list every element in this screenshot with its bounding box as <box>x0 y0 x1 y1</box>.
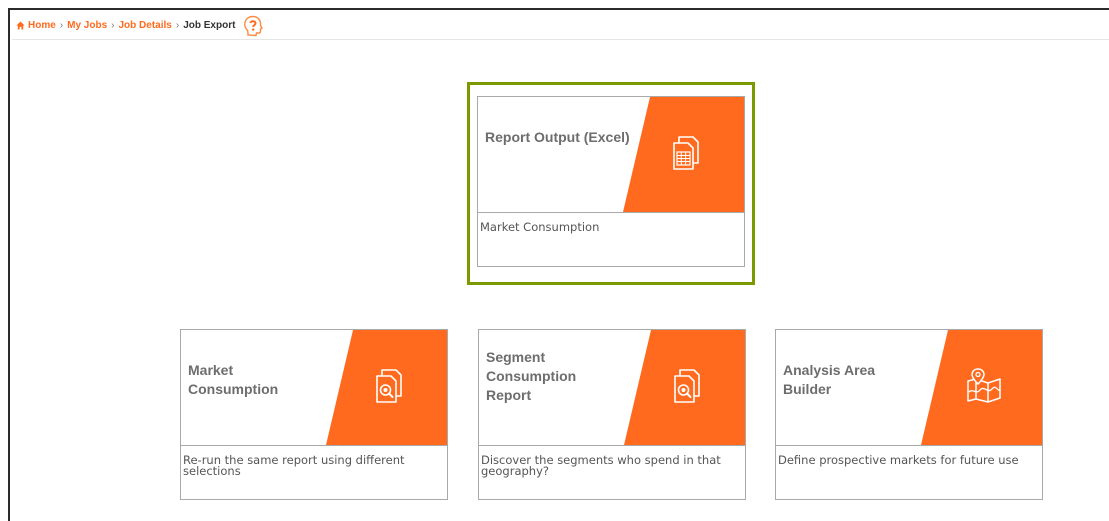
breadcrumb: Home › My Jobs › Job Details › Job Expor… <box>12 12 1109 40</box>
breadcrumb-separator: › <box>59 20 64 31</box>
home-icon[interactable] <box>16 21 25 30</box>
card-description: Re-run the same report using different s… <box>181 445 447 499</box>
breadcrumb-home-link[interactable]: Home <box>28 20 56 31</box>
card-header: Segment Consumption Report <box>479 330 745 445</box>
card-title: Report Output (Excel) <box>485 129 630 145</box>
map-pin-icon <box>967 368 1001 403</box>
help-question-icon[interactable] <box>241 14 265 38</box>
export-card-analysis-area-builder[interactable]: Analysis Area Builder Define prospective… <box>775 329 1043 500</box>
card-title: Segment Consumption Report <box>486 349 577 403</box>
breadcrumb-current-page: Job Export <box>183 20 236 31</box>
breadcrumb-separator: › <box>111 20 115 31</box>
card-description: Discover the segments who spend in that … <box>479 445 745 499</box>
card-header: Market Consumption <box>181 330 447 445</box>
card-description: Define prospective markets for future us… <box>776 445 1042 499</box>
card-description: Market Consumption <box>478 212 744 266</box>
breadcrumb-separator: › <box>175 20 180 31</box>
export-card-segment-consumption-report[interactable]: Segment Consumption Report Discover the … <box>478 329 746 500</box>
export-card-report-output-excel[interactable]: Report Output (Excel) Market Consumption <box>477 96 745 267</box>
card-header: Analysis Area Builder <box>776 330 1042 445</box>
card-title: Analysis Area Builder <box>783 362 876 397</box>
breadcrumb-my-jobs-link[interactable]: My Jobs <box>67 20 107 31</box>
document-search-icon <box>376 369 402 403</box>
document-search-icon <box>674 369 700 403</box>
export-card-market-consumption[interactable]: Market Consumption Re-run the same repor… <box>180 329 448 500</box>
breadcrumb-job-details-link[interactable]: Job Details <box>119 20 172 31</box>
card-title: Market Consumption <box>188 362 279 397</box>
excel-report-icon <box>673 136 699 170</box>
card-header: Report Output (Excel) <box>478 97 744 212</box>
